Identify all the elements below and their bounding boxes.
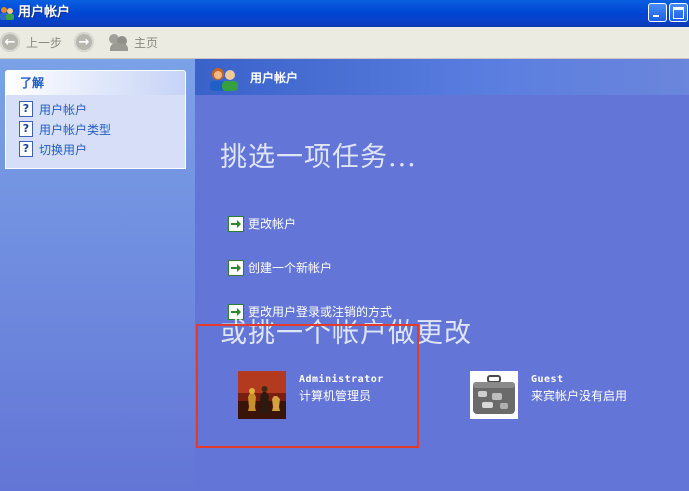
sidebar-item-switch-users[interactable]: ? 切换用户 <box>6 139 185 159</box>
learn-about-panel: 了解 ? 用户帐户 ? 用户帐户类型 ? 切换用户 <box>5 70 186 169</box>
main-header: 用户帐户 <box>195 59 689 95</box>
window-title: 用户帐户 <box>18 5 71 20</box>
account-name: Administrator <box>299 374 384 385</box>
sidebar-item-label: 用户帐户类型 <box>39 122 112 137</box>
home-button[interactable]: 主页 <box>108 31 158 53</box>
help-icon: ? <box>19 101 33 117</box>
account-administrator[interactable]: Administrator 计算机管理员 <box>238 371 384 419</box>
minimize-button[interactable] <box>648 3 667 22</box>
pick-task-heading: 挑选一项任务... <box>220 142 417 173</box>
sidebar-item-user-accounts[interactable]: ? 用户帐户 <box>6 99 185 119</box>
account-role: 来宾帐户没有启用 <box>531 389 628 403</box>
task-label: 更改帐户 <box>248 217 297 231</box>
sidebar-item-account-types[interactable]: ? 用户帐户类型 <box>6 119 185 139</box>
learn-about-list: ? 用户帐户 ? 用户帐户类型 ? 切换用户 <box>6 95 185 168</box>
window-title-bar[interactable]: 用户帐户 <box>0 0 689 27</box>
sidebar-item-label: 用户帐户 <box>39 102 88 117</box>
green-arrow-icon <box>228 259 244 276</box>
pick-account-heading: 或挑一个帐户做更改 <box>220 318 472 349</box>
forward-arrow-icon: → <box>74 32 94 52</box>
green-arrow-icon <box>228 215 244 232</box>
account-name: Guest <box>531 374 564 385</box>
suitcase-icon <box>470 371 518 419</box>
main-content: 用户帐户 挑选一项任务... 更改帐户 创建一个新帐户 更改用户登录或注销的方式… <box>195 59 689 491</box>
back-arrow-icon: ← <box>0 32 20 52</box>
chess-picture-icon <box>238 371 286 419</box>
back-label: 上一步 <box>26 35 63 50</box>
main-body: 挑选一项任务... 更改帐户 创建一个新帐户 更改用户登录或注销的方式 或挑一个… <box>195 95 689 491</box>
maximize-button[interactable] <box>669 3 688 22</box>
account-role: 计算机管理员 <box>299 389 372 403</box>
create-account-link[interactable]: 创建一个新帐户 <box>228 259 332 276</box>
task-label: 创建一个新帐户 <box>248 261 333 275</box>
sidebar-item-label: 切换用户 <box>39 142 88 157</box>
user-accounts-icon <box>210 68 238 91</box>
users-home-icon <box>108 32 130 52</box>
help-icon: ? <box>19 121 33 137</box>
help-icon: ? <box>19 141 33 157</box>
home-label: 主页 <box>134 35 159 50</box>
task-pane: 了解 ? 用户帐户 ? 用户帐户类型 ? 切换用户 <box>0 59 195 491</box>
page-title: 用户帐户 <box>250 71 299 85</box>
account-guest[interactable]: Guest 来宾帐户没有启用 <box>470 371 627 419</box>
forward-button[interactable]: → <box>74 31 94 53</box>
users-app-icon <box>0 7 14 20</box>
back-button[interactable]: ← 上一步 <box>0 31 62 53</box>
change-account-link[interactable]: 更改帐户 <box>228 215 296 232</box>
navigation-toolbar: ← 上一步 → 主页 <box>0 27 689 59</box>
learn-about-header[interactable]: 了解 <box>6 71 185 95</box>
